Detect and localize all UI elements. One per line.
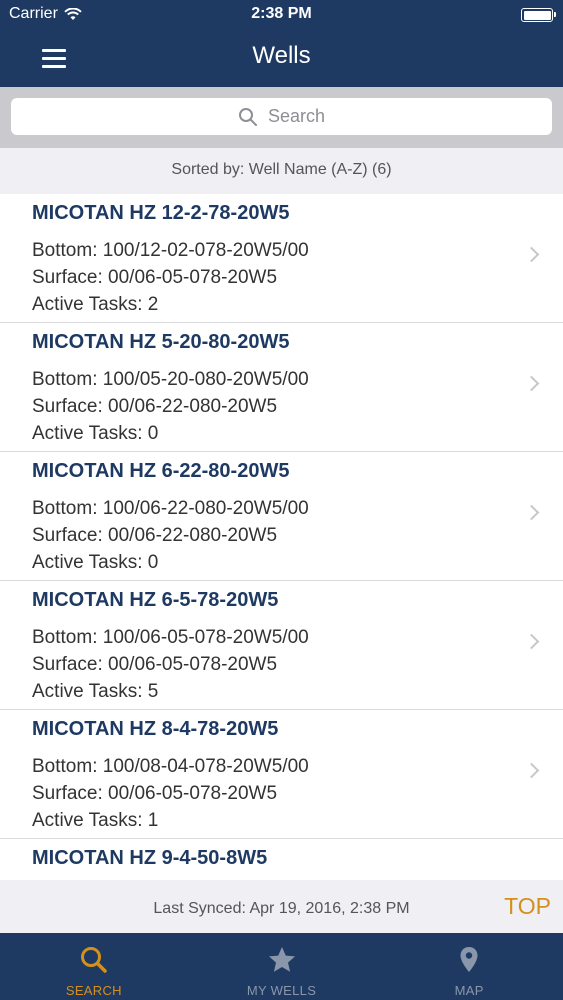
scroll-top-button[interactable]: TOP [504, 893, 551, 920]
well-active-tasks: Active Tasks: 1 [32, 810, 159, 831]
well-bottom: Bottom: 100/06-22-080-20W5/00 [32, 498, 309, 519]
status-bar: Carrier 2:38 PM [0, 0, 563, 30]
well-row[interactable]: MICOTAN HZ 6-5-78-20W5 Bottom: 100/06-05… [0, 581, 563, 710]
navigation-bar: Wells [0, 30, 563, 87]
well-bottom: Bottom: 100/12-02-078-20W5/00 [32, 240, 309, 261]
well-surface: Surface: 00/06-05-078-20W5 [32, 783, 278, 804]
app-header: Carrier 2:38 PM Wells [0, 0, 563, 87]
sort-label[interactable]: Sorted by: Well Name (A-Z) (6) [0, 148, 563, 194]
tab-map[interactable]: MAP [375, 933, 563, 1000]
well-row[interactable]: MICOTAN HZ 5-20-80-20W5 Bottom: 100/05-2… [0, 323, 563, 452]
tab-label: SEARCH [65, 983, 122, 998]
search-icon [80, 947, 107, 973]
well-row[interactable]: MICOTAN HZ 12-2-78-20W5 Bottom: 100/12-0… [0, 194, 563, 323]
well-name: MICOTAN HZ 6-5-78-20W5 [32, 589, 279, 611]
well-name: MICOTAN HZ 5-20-80-20W5 [32, 331, 290, 353]
tab-label: MY WELLS [246, 983, 317, 998]
search-icon [238, 107, 257, 126]
well-active-tasks: Active Tasks: 2 [32, 294, 159, 315]
chevron-right-icon [523, 762, 540, 779]
well-surface: Surface: 00/06-05-078-20W5 [32, 267, 278, 288]
well-bottom: Bottom: 100/05-20-080-20W5/00 [32, 369, 309, 390]
well-bottom: Bottom: 100/08-04-078-20W5/00 [32, 756, 309, 777]
search-bar: Search [0, 87, 563, 148]
well-active-tasks: Active Tasks: 0 [32, 423, 159, 444]
well-name: MICOTAN HZ 12-2-78-20W5 [32, 202, 290, 224]
well-active-tasks: Active Tasks: 0 [32, 552, 159, 573]
tab-search[interactable]: SEARCH [0, 933, 188, 1000]
chevron-right-icon [523, 633, 540, 650]
search-input[interactable]: Search [11, 98, 552, 135]
battery-icon [521, 8, 556, 22]
star-icon [268, 947, 295, 972]
tab-my-wells[interactable]: MY WELLS [188, 933, 376, 1000]
well-surface: Surface: 00/06-22-080-20W5 [32, 396, 278, 417]
tab-label: MAP [454, 983, 484, 998]
map-pin-icon [460, 947, 478, 972]
well-row[interactable]: MICOTAN HZ 6-22-80-20W5 Bottom: 100/06-2… [0, 452, 563, 581]
sync-bar: Last Synced: Apr 19, 2016, 2:38 PM TOP [0, 880, 563, 933]
chevron-right-icon [523, 375, 540, 392]
well-surface: Surface: 00/06-05-078-20W5 [32, 654, 278, 675]
well-active-tasks: Active Tasks: 5 [32, 681, 159, 702]
tab-bar: SEARCH MY WELLS MAP [0, 933, 563, 1000]
well-row[interactable]: MICOTAN HZ 9-4-50-8W5 [0, 839, 563, 880]
well-surface: Surface: 00/06-22-080-20W5 [32, 525, 278, 546]
chevron-right-icon [523, 504, 540, 521]
wells-list: MICOTAN HZ 12-2-78-20W5 Bottom: 100/12-0… [0, 194, 563, 880]
well-name: MICOTAN HZ 9-4-50-8W5 [32, 847, 268, 869]
well-name: MICOTAN HZ 6-22-80-20W5 [32, 460, 290, 482]
page-title: Wells [252, 42, 311, 69]
last-synced-label: Last Synced: Apr 19, 2016, 2:38 PM [153, 900, 410, 917]
search-placeholder: Search [267, 106, 326, 126]
well-bottom: Bottom: 100/06-05-078-20W5/00 [32, 627, 309, 648]
well-row[interactable]: MICOTAN HZ 8-4-78-20W5 Bottom: 100/08-04… [0, 710, 563, 839]
status-time: 2:38 PM [251, 5, 312, 22]
chevron-right-icon [523, 246, 540, 263]
well-name: MICOTAN HZ 8-4-78-20W5 [32, 718, 279, 740]
